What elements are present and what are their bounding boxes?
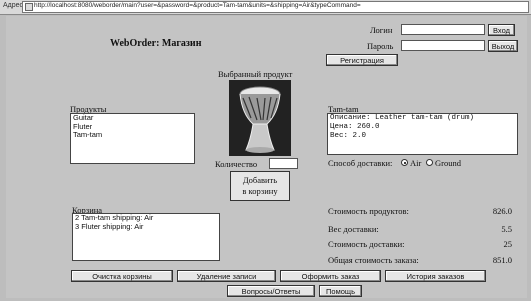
list-item[interactable]: Tam-tam — [71, 130, 194, 140]
login-button[interactable]: Вход — [488, 24, 515, 36]
add-to-cart-button[interactable]: Добавить в корзину — [230, 171, 290, 201]
quantity-input[interactable] — [269, 158, 298, 169]
shipping-weight-value: 5.5 — [501, 224, 512, 234]
shipping-cost-label: Стоимость доставки: — [328, 239, 405, 249]
delete-item-button[interactable]: Удаление записи — [177, 270, 276, 282]
password-label: Пароль — [367, 41, 394, 51]
shipping-air-label: Air — [410, 158, 422, 168]
details-line: Цена: 260.0 — [330, 123, 380, 131]
product-details: Описание: Leather tam-tam (drum) Цена: 2… — [327, 113, 518, 155]
quantity-label: Количество — [215, 159, 258, 169]
login-input[interactable] — [401, 24, 485, 35]
products-list[interactable]: Guitar Fluter Tam-tam — [70, 113, 195, 164]
logout-button[interactable]: Выход — [488, 40, 518, 52]
cart-list[interactable]: 2 Tam-tam shipping: Air 3 Fluter shippin… — [72, 213, 220, 261]
order-history-button[interactable]: История заказов — [385, 270, 486, 282]
selected-product-label: Выбранный продукт — [218, 69, 293, 79]
address-bar: Адрес: http://localhost:8080/weborder/ma… — [0, 0, 531, 15]
shipping-air-radio[interactable] — [401, 159, 408, 166]
clear-cart-button[interactable]: Очистка корзины — [71, 270, 173, 282]
add-to-cart-label-line1: Добавить — [242, 175, 278, 185]
product-image — [229, 80, 291, 156]
shipping-label: Способ доставки: — [328, 158, 393, 168]
products-cost-label: Стоимость продуктов: — [328, 206, 409, 216]
login-label: Логин — [370, 25, 393, 35]
details-line: Вес: 2.0 — [330, 132, 367, 140]
shipping-ground-radio[interactable] — [426, 159, 433, 166]
help-button[interactable]: Помощь — [319, 285, 362, 297]
shipping-weight-label: Вес доставки: — [328, 224, 379, 234]
order-total-label: Общая стоимость заказа: — [328, 255, 419, 265]
url-text: http://localhost:8080/weborder/main?user… — [34, 2, 361, 9]
tam-tam-drum-icon — [229, 80, 291, 156]
products-cost-value: 826.0 — [492, 206, 512, 216]
shipping-ground-label: Ground — [435, 158, 461, 168]
page-icon — [25, 3, 33, 11]
order-total-value: 851.0 — [492, 255, 512, 265]
add-to-cart-label-line2: в корзину — [242, 186, 278, 196]
details-line: Описание: Leather tam-tam (drum) — [330, 114, 475, 122]
password-input[interactable] — [401, 40, 485, 51]
url-input[interactable]: http://localhost:8080/weborder/main?user… — [22, 1, 529, 13]
page-title: WebOrder: Магазин — [110, 38, 202, 49]
checkout-button[interactable]: Оформить заказ — [280, 270, 381, 282]
register-button[interactable]: Регистрация — [326, 54, 398, 66]
faq-button[interactable]: Вопросы/Ответы — [227, 285, 315, 297]
shipping-cost-value: 25 — [503, 239, 513, 249]
list-item[interactable]: 3 Fluter shipping: Air — [73, 222, 219, 232]
